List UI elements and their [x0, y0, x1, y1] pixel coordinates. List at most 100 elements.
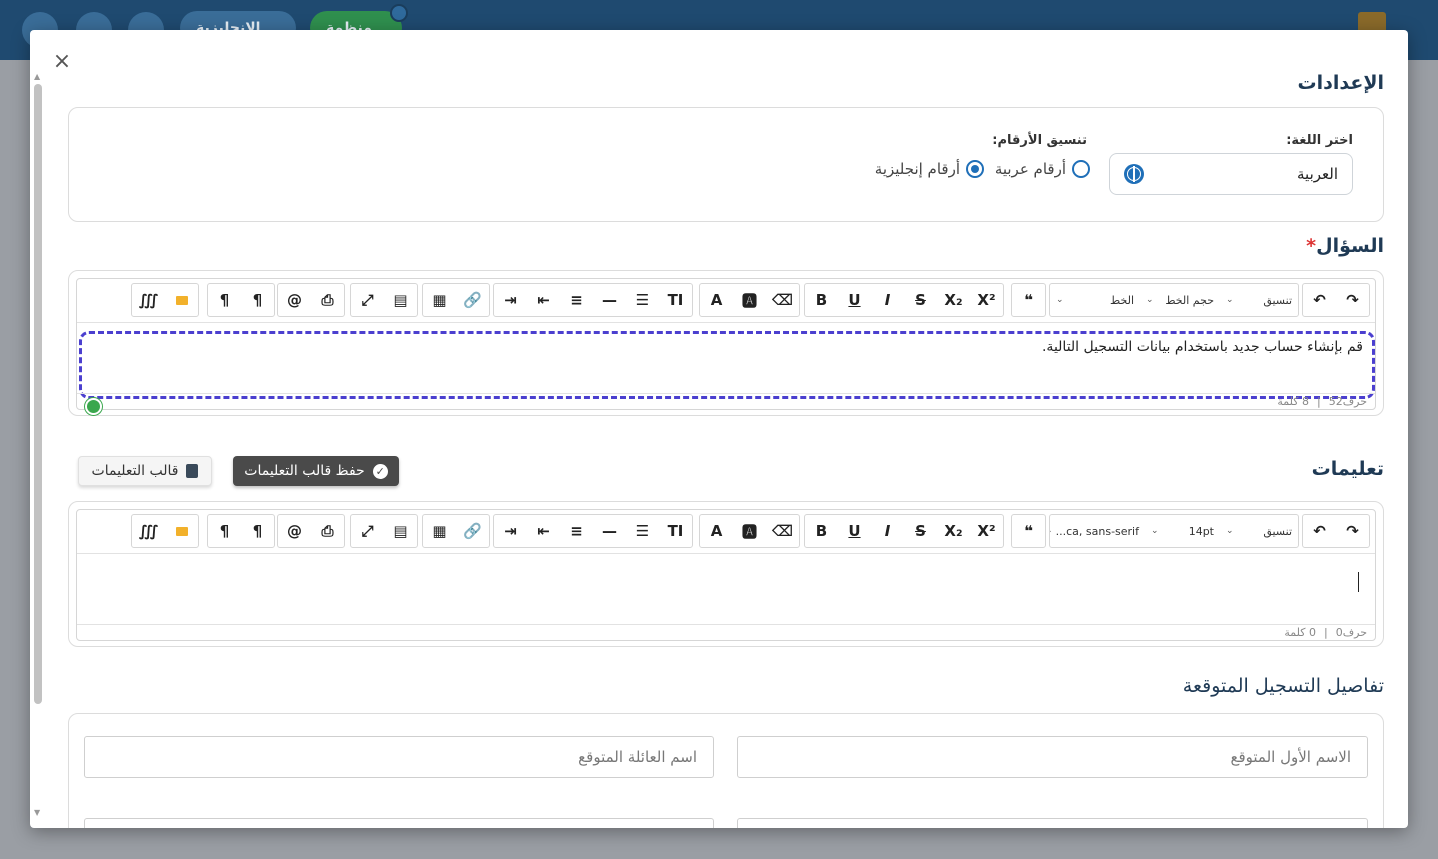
link-icon[interactable]: 🔗: [456, 284, 489, 316]
char-count: حرف52: [1328, 395, 1367, 408]
template-icon[interactable]: ▤: [384, 284, 417, 316]
instructions-toolbar: ∭ ¶ ¶ @ ⎙ ⤢ ▤ ▦ 🔗 ⇥ ⇤ ≡ — ☰ TI A 🅰 ⌫ B U…: [77, 510, 1375, 554]
font-color-icon[interactable]: A: [700, 284, 733, 316]
horizontal-rule-icon[interactable]: —: [593, 515, 626, 547]
next-input-right[interactable]: [737, 818, 1368, 828]
text-size-icon[interactable]: TI: [659, 284, 692, 316]
undo-icon[interactable]: ↶: [1303, 515, 1336, 547]
underline-icon[interactable]: U: [838, 515, 871, 547]
ordered-list-icon[interactable]: ☰: [626, 515, 659, 547]
subscript-icon[interactable]: X₂: [937, 515, 970, 547]
underline-icon[interactable]: U: [838, 284, 871, 316]
eraser-icon[interactable]: ⌫: [766, 515, 799, 547]
scroll-up-arrow-icon[interactable]: ▲: [34, 72, 40, 81]
language-label: اختر اللغة:: [1286, 133, 1353, 148]
instructions-status-bar: حرف0 | 0 كلمة: [77, 624, 1375, 640]
chevron-down-icon: ⌄: [1056, 295, 1064, 305]
chevron-down-icon: ⌄: [1226, 526, 1234, 536]
fullscreen-icon[interactable]: ⤢: [351, 515, 384, 547]
format-label: تنسيق: [1263, 524, 1292, 538]
blockquote-icon[interactable]: ❝: [1012, 515, 1045, 547]
italic-icon[interactable]: I: [871, 284, 904, 316]
horizontal-rule-icon[interactable]: —: [593, 284, 626, 316]
font-size-select[interactable]: حجم الخط ⌄: [1140, 284, 1220, 316]
print-icon[interactable]: ⎙: [311, 515, 344, 547]
ordered-list-icon[interactable]: ☰: [626, 284, 659, 316]
bold-icon[interactable]: B: [805, 284, 838, 316]
modal-scrollbar[interactable]: [34, 84, 42, 704]
template-icon[interactable]: ▤: [384, 515, 417, 547]
last-name-input[interactable]: اسم العائلة المتوقع: [84, 736, 714, 778]
radio-english-numerals[interactable]: أرقام إنجليزية: [875, 160, 984, 178]
format-painter-icon[interactable]: ∭: [132, 284, 165, 316]
question-editor[interactable]: ∭ ¶ ¶ @ ⎙ ⤢ ▤ ▦ 🔗 ⇥ ⇤ ≡ — ☰ TI A 🅰 ⌫ B U…: [76, 278, 1376, 415]
instructions-editor-body[interactable]: [77, 554, 1375, 624]
save-instructions-template-button[interactable]: ✓ حفظ قالب التعليمات: [233, 456, 399, 486]
eraser-icon[interactable]: ⌫: [766, 284, 799, 316]
subscript-icon[interactable]: X₂: [937, 284, 970, 316]
number-format-label: تنسيق الأرقام:: [992, 133, 1087, 148]
ltr-direction-icon[interactable]: ¶: [208, 284, 241, 316]
status-separator: |: [1317, 395, 1321, 408]
print-icon[interactable]: ⎙: [311, 284, 344, 316]
language-select[interactable]: العربية: [1109, 153, 1353, 195]
next-input-left[interactable]: [84, 818, 714, 828]
scroll-down-arrow-icon[interactable]: ▼: [34, 808, 40, 817]
close-icon[interactable]: ×: [52, 51, 72, 73]
format-select[interactable]: تنسيق ⌄: [1220, 284, 1298, 316]
strikethrough-icon[interactable]: S: [904, 515, 937, 547]
undo-icon[interactable]: ↶: [1303, 284, 1336, 316]
format-select[interactable]: تنسيق ⌄: [1220, 515, 1298, 547]
superscript-icon[interactable]: X²: [970, 515, 1003, 547]
save-template-label: حفظ قالب التعليمات: [244, 463, 365, 479]
bold-icon[interactable]: B: [805, 515, 838, 547]
question-title-text: السؤال: [1316, 235, 1384, 257]
outdent-icon[interactable]: ⇤: [527, 284, 560, 316]
redo-icon[interactable]: ↷: [1336, 515, 1369, 547]
align-icon[interactable]: ≡: [560, 284, 593, 316]
font-size-label: 14pt: [1188, 524, 1214, 538]
italic-icon[interactable]: I: [871, 515, 904, 547]
mention-icon[interactable]: @: [278, 515, 311, 547]
ltr-direction-icon[interactable]: ¶: [208, 515, 241, 547]
registration-title: تفاصيل التسجيل المتوقعة: [1182, 675, 1384, 697]
redo-icon[interactable]: ↷: [1336, 284, 1369, 316]
format-painter-icon[interactable]: ∭: [132, 515, 165, 547]
font-size-select[interactable]: 14pt ⌄: [1145, 515, 1220, 547]
background-color-icon[interactable]: 🅰: [733, 284, 766, 316]
strikethrough-icon[interactable]: S: [904, 284, 937, 316]
instructions-editor[interactable]: ∭ ¶ ¶ @ ⎙ ⤢ ▤ ▦ 🔗 ⇥ ⇤ ≡ — ☰ TI A 🅰 ⌫ B U…: [76, 509, 1376, 641]
fullscreen-icon[interactable]: ⤢: [351, 284, 384, 316]
settings-modal: × ▲ ▼ الإعدادات اختر اللغة: العربية تنسي…: [30, 30, 1408, 828]
chevron-down-icon: ⌄: [1151, 526, 1159, 536]
indent-icon[interactable]: ⇥: [494, 515, 527, 547]
font-family-select[interactable]: الخط ⌄: [1050, 284, 1140, 316]
word-count: 0 كلمة: [1284, 626, 1316, 639]
font-color-icon[interactable]: A: [700, 515, 733, 547]
superscript-icon[interactable]: X²: [970, 284, 1003, 316]
font-family-select[interactable]: ...ca, sans-serif⌄: [1050, 515, 1145, 547]
settings-title: الإعدادات: [1297, 72, 1384, 94]
first-name-input[interactable]: الاسم الأول المتوقع: [737, 736, 1368, 778]
table-icon[interactable]: ▦: [423, 284, 456, 316]
align-icon[interactable]: ≡: [560, 515, 593, 547]
text-size-icon[interactable]: TI: [659, 515, 692, 547]
outdent-icon[interactable]: ⇤: [527, 515, 560, 547]
template-label: قالب التعليمات: [91, 463, 179, 479]
rtl-direction-icon[interactable]: ¶: [241, 515, 274, 547]
radio-english-icon[interactable]: [966, 160, 984, 178]
radio-arabic-icon[interactable]: [1072, 160, 1090, 178]
folder-icon[interactable]: [165, 515, 198, 547]
instructions-template-button[interactable]: قالب التعليمات: [78, 456, 212, 486]
notification-dot: [390, 4, 408, 22]
radio-arabic-numerals[interactable]: أرقام عربية: [995, 160, 1090, 178]
blockquote-icon[interactable]: ❝: [1012, 284, 1045, 316]
indent-icon[interactable]: ⇥: [494, 284, 527, 316]
background-color-icon[interactable]: 🅰: [733, 515, 766, 547]
link-icon[interactable]: 🔗: [456, 515, 489, 547]
chevron-down-icon: ⌄: [1050, 526, 1053, 536]
rtl-direction-icon[interactable]: ¶: [241, 284, 274, 316]
folder-icon[interactable]: [165, 284, 198, 316]
table-icon[interactable]: ▦: [423, 515, 456, 547]
mention-icon[interactable]: @: [278, 284, 311, 316]
